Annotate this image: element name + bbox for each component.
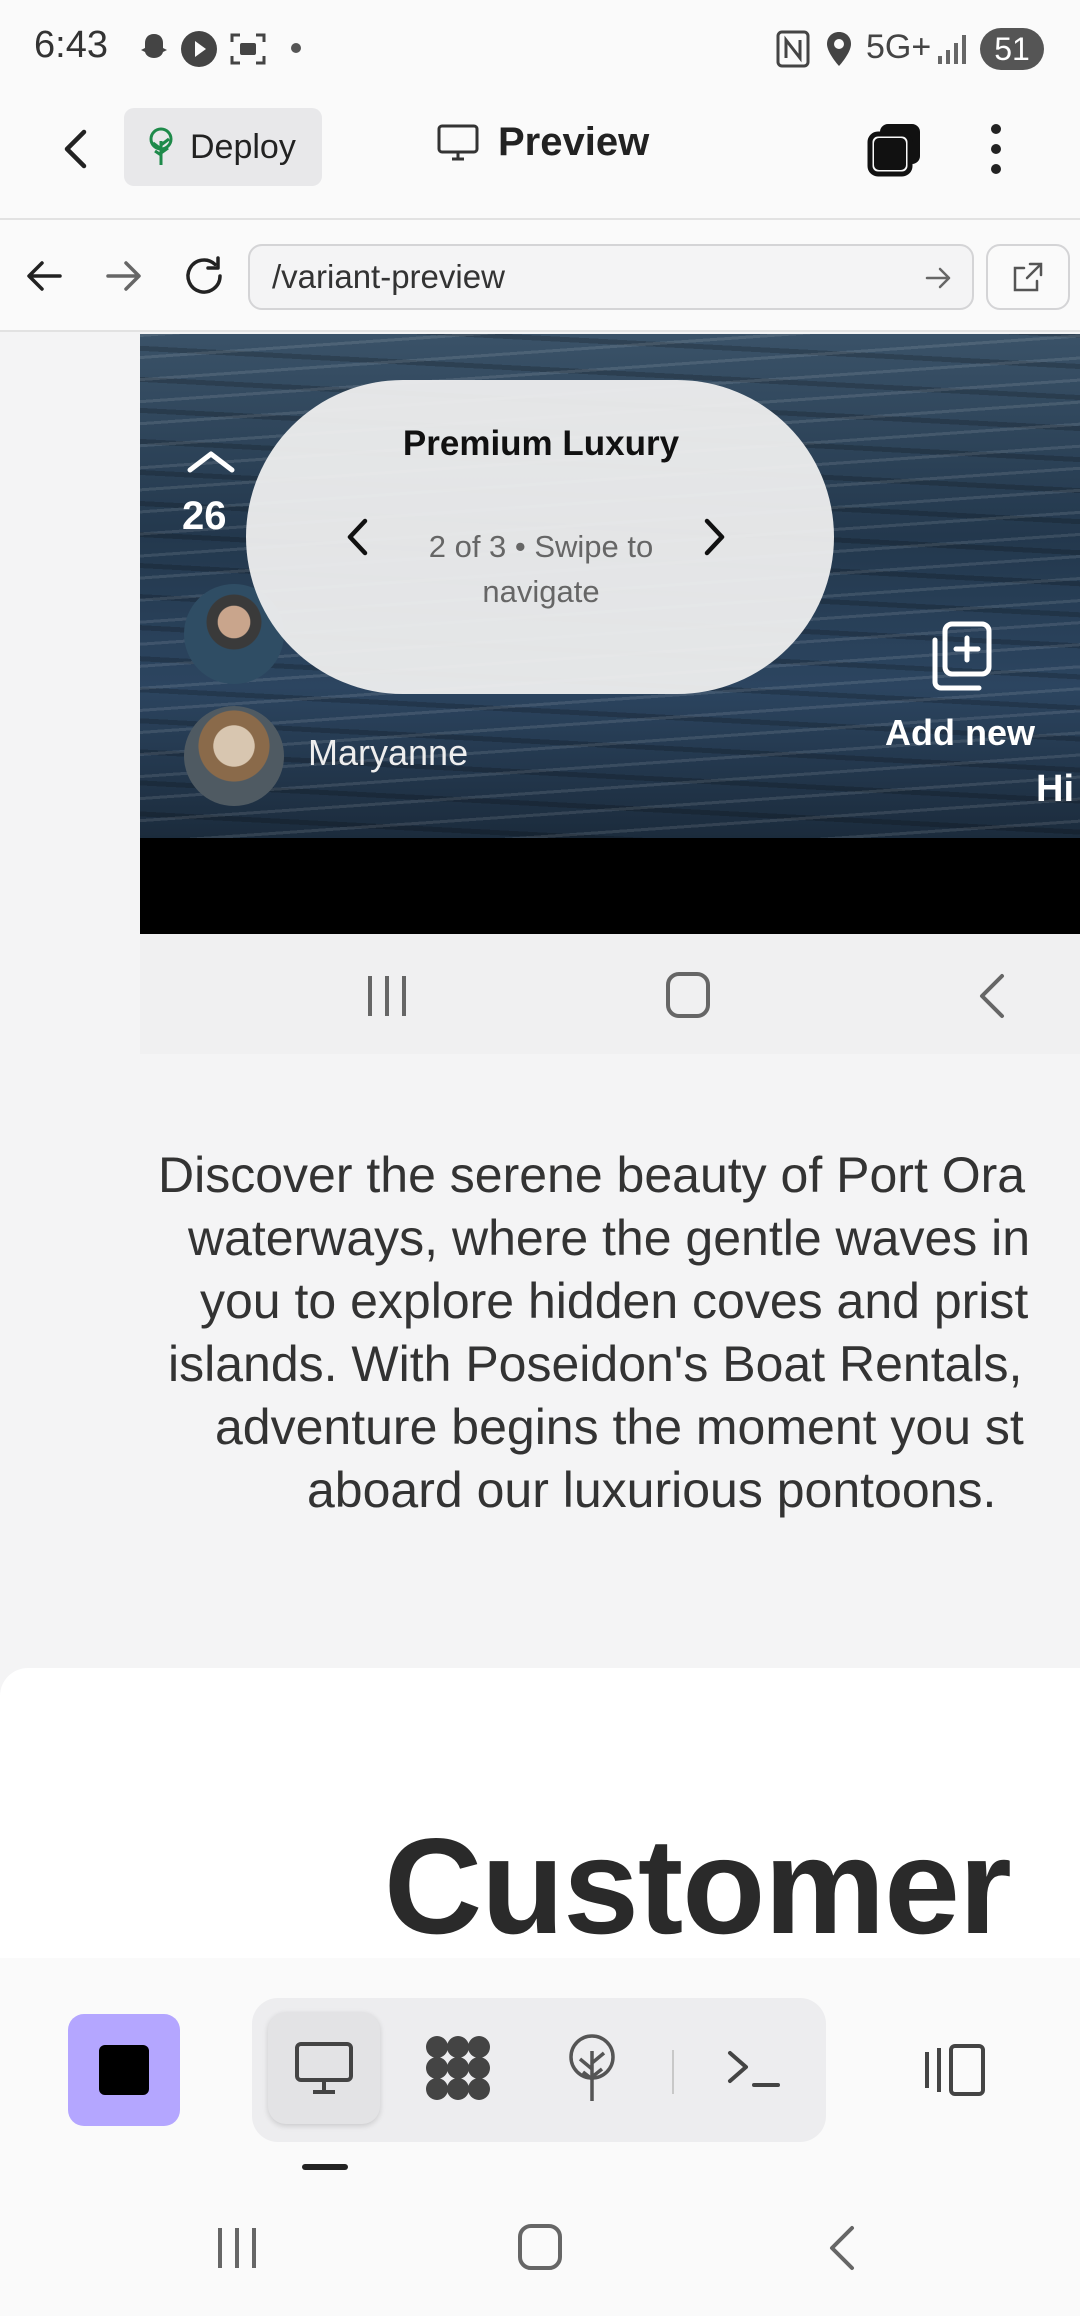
grid-icon — [423, 2033, 493, 2103]
external-link-icon — [1010, 259, 1046, 295]
view-switcher — [252, 1998, 826, 2142]
customer-section: Customer — [0, 1668, 1080, 1958]
monitor-icon — [293, 2040, 355, 2096]
video-bottom-bar — [140, 838, 1080, 934]
add-new-button[interactable]: Add new — [860, 620, 1060, 754]
screenshot-icon — [228, 30, 268, 68]
partial-label: Hi — [1036, 768, 1074, 810]
app-bar: Deploy Preview — [0, 98, 1080, 220]
tabs-icon[interactable] — [866, 120, 924, 178]
more-options-icon[interactable] — [976, 120, 1016, 178]
carousel-card[interactable]: Premium Luxury 2 of 3 • Swipe to navigat… — [246, 380, 834, 694]
recents-icon[interactable] — [364, 972, 410, 1020]
description-text: Discover the serene beauty of Port Ora w… — [150, 1144, 1080, 1522]
preview-label: Preview — [498, 120, 650, 164]
network-label: 5G+ — [866, 28, 932, 66]
battery-badge: 51 — [980, 28, 1044, 70]
tree-icon — [144, 127, 178, 167]
avatar[interactable] — [184, 706, 284, 806]
video-background: 26 Maryanne Premium Luxury 2 of 3 • Swip… — [140, 334, 1080, 838]
reload-icon[interactable] — [180, 252, 228, 300]
toolbar-divider — [672, 2050, 674, 2094]
deploy-label: Deploy — [190, 127, 296, 166]
add-copy-icon — [925, 620, 995, 694]
section-heading: Customer — [384, 1810, 1012, 1958]
recents-icon[interactable] — [214, 2224, 260, 2272]
tree-icon — [564, 2033, 620, 2103]
home-icon[interactable] — [516, 2222, 564, 2272]
user-name: Maryanne — [308, 732, 469, 773]
description-line: you to explore hidden coves and prist — [200, 1273, 1029, 1329]
url-input[interactable]: /variant-preview — [248, 244, 974, 310]
signal-icon — [936, 30, 972, 66]
upvote-count: 26 — [182, 494, 227, 538]
desktop-view-button[interactable] — [268, 2012, 380, 2124]
preview-title: Preview — [436, 120, 649, 165]
sidebar-icon — [921, 2042, 987, 2098]
go-arrow-icon[interactable] — [924, 264, 954, 292]
location-icon — [824, 30, 854, 68]
phone-preview-frame: 26 Maryanne Premium Luxury 2 of 3 • Swip… — [140, 334, 1080, 1054]
description-line: Discover the serene beauty of Port Ora — [158, 1147, 1026, 1203]
play-icon — [180, 30, 218, 68]
status-bar: 6:43 5G+ 51 — [0, 0, 1080, 98]
open-external-button[interactable] — [986, 244, 1070, 310]
nav-back-icon[interactable] — [822, 2222, 862, 2274]
deploy-tree-button[interactable] — [536, 2012, 648, 2124]
status-time: 6:43 — [34, 24, 108, 66]
terminal-button[interactable] — [698, 2012, 810, 2124]
stop-button[interactable] — [68, 2014, 180, 2126]
carousel-subtitle: 2 of 3 • Swipe to navigate — [428, 529, 654, 609]
sidebar-toggle-button[interactable] — [904, 2014, 1004, 2126]
browser-back-icon[interactable] — [22, 254, 66, 298]
deploy-button[interactable]: Deploy — [124, 108, 322, 186]
dot-icon — [290, 42, 302, 54]
terminal-icon — [724, 2043, 784, 2093]
back-icon[interactable] — [52, 124, 102, 174]
description-line: adventure begins the moment you st — [215, 1399, 1024, 1455]
nfc-icon — [776, 30, 810, 68]
stop-icon — [99, 2045, 149, 2095]
url-text: /variant-preview — [272, 258, 505, 295]
description-line: islands. With Poseidon's Boat Rentals, — [168, 1336, 1023, 1392]
chevron-up-icon[interactable] — [186, 448, 236, 474]
snapchat-icon — [136, 30, 172, 66]
add-new-label: Add new — [885, 712, 1035, 753]
system-nav-bar — [0, 2188, 1080, 2316]
monitor-icon — [436, 123, 480, 163]
chevron-left-icon[interactable] — [338, 512, 378, 562]
browser-forward-icon[interactable] — [102, 254, 146, 298]
description-line: aboard our luxurious pontoons. — [307, 1462, 997, 1518]
url-bar: /variant-preview — [0, 220, 1080, 332]
preview-content: 26 Maryanne Premium Luxury 2 of 3 • Swip… — [0, 334, 1080, 1958]
active-indicator — [302, 2164, 348, 2170]
bottom-toolbar — [0, 1958, 1080, 2188]
carousel-title: Premium Luxury — [402, 424, 680, 463]
phone-preview-nav — [140, 934, 1080, 1054]
components-button[interactable] — [402, 2012, 514, 2124]
chevron-right-icon[interactable] — [694, 512, 734, 562]
description-line: waterways, where the gentle waves in — [188, 1210, 1031, 1266]
home-icon[interactable] — [664, 970, 712, 1020]
nav-back-icon[interactable] — [972, 970, 1012, 1022]
